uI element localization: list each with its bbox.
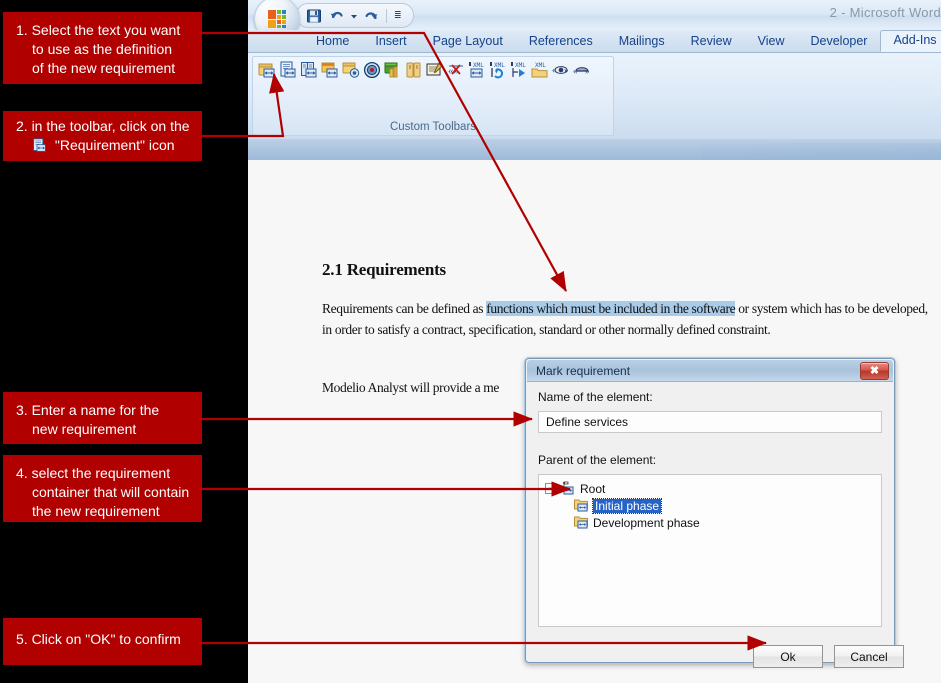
- tree-row[interactable]: Initial phase: [545, 497, 881, 514]
- note-4-line-2: container that will contain: [32, 484, 190, 500]
- new-document-requirement-icon[interactable]: [258, 61, 276, 79]
- mark-term-icon[interactable]: [300, 61, 318, 79]
- svg-text:XML: XML: [473, 62, 484, 69]
- ribbon-body: «» XML XML: [248, 53, 941, 139]
- dialog-title: Mark requirement: [536, 363, 631, 378]
- save-icon[interactable]: [304, 6, 324, 25]
- tree-node-label: Root: [580, 481, 606, 496]
- tree-row[interactable]: − Root: [545, 480, 881, 497]
- name-field-label: Name of the element:: [538, 390, 653, 404]
- cancel-button[interactable]: Cancel: [834, 645, 904, 668]
- tab-mailings[interactable]: Mailings: [606, 31, 678, 52]
- svg-text:XML: XML: [494, 62, 505, 69]
- note-2-text: "Requirement" icon: [54, 137, 175, 153]
- note-4-line-3: the new requirement: [32, 503, 160, 519]
- mark-requirement-dialog: Mark requirement ✖ Name of the element: …: [524, 357, 904, 668]
- unmark-icon[interactable]: «»: [447, 61, 465, 79]
- svg-text:XML: XML: [515, 62, 526, 69]
- tree-row[interactable]: Development phase: [545, 514, 881, 531]
- ribbon-group-label: Custom Toolbars: [389, 121, 477, 133]
- window-title: 2 - Microsoft Word: [829, 5, 941, 20]
- link-element-icon[interactable]: [342, 61, 360, 79]
- note-5-line-1: 5. Click on "OK" to confirm: [16, 631, 181, 647]
- requirement-icon: [32, 138, 47, 153]
- screenshot-root: 2 - Microsoft Word ≣ Home Insert Page La…: [0, 0, 941, 683]
- note-3-line-2: new requirement: [32, 421, 137, 437]
- dictionary-icon[interactable]: [405, 61, 423, 79]
- hide-marks-icon[interactable]: « »: [573, 61, 591, 79]
- tree-node-label-selected[interactable]: Initial phase: [591, 497, 663, 514]
- callout-note-5: 5. Click on "OK" to confirm: [3, 618, 202, 665]
- note-2-line-2: "Requirement" icon: [16, 136, 192, 155]
- xml-sync-icon[interactable]: XML: [489, 61, 507, 79]
- ribbon-tab-bar: Home Insert Page Layout References Maili…: [248, 30, 941, 53]
- requirement-icon[interactable]: [279, 61, 297, 79]
- ribbon-bottom-strip: [248, 139, 941, 160]
- callout-note-1: 1. Select the text you want to use as th…: [3, 12, 202, 84]
- note-1-line-3: of the new requirement: [32, 60, 176, 76]
- selected-text-highlight[interactable]: functions which must be included in the …: [486, 301, 736, 316]
- mark-element-icon[interactable]: [321, 61, 339, 79]
- note-1-line-1: 1. Select the text you want: [16, 22, 181, 38]
- business-rule-icon[interactable]: [384, 61, 402, 79]
- paragraph-text-before: Requirements can be defined as: [322, 301, 487, 316]
- note-1-line-2: to use as the definition: [32, 41, 173, 57]
- qat-separator: [386, 8, 387, 23]
- name-input[interactable]: Define services: [538, 411, 882, 433]
- note-4-line-1: 4. select the requirement: [16, 465, 171, 481]
- note-3-line-1: 3. Enter a name for the: [16, 402, 160, 418]
- close-icon[interactable]: ✖: [860, 361, 889, 380]
- parent-tree[interactable]: − Root Initial phase Development phase: [538, 474, 882, 627]
- window-title-bar: 2 - Microsoft Word ≣: [248, 0, 941, 42]
- ribbon-group-custom-toolbars: «» XML XML: [252, 56, 614, 136]
- undo-icon[interactable]: [327, 6, 347, 25]
- custom-toolbar-icon-strip: «» XML XML: [258, 61, 591, 79]
- show-marks-icon[interactable]: « »: [552, 61, 570, 79]
- requirement-folder-icon: [573, 515, 589, 531]
- callout-note-3: 3. Enter a name for the new requirement: [3, 392, 202, 444]
- svg-text:XML: XML: [535, 62, 546, 69]
- document-heading: 2.1 Requirements: [322, 260, 446, 279]
- note-2-line-1: 2. in the toolbar, click on the: [16, 118, 190, 134]
- tab-references[interactable]: References: [516, 31, 606, 52]
- tab-add-ins[interactable]: Add-Ins: [880, 30, 941, 52]
- svg-text:»: »: [564, 65, 569, 75]
- svg-text:«: «: [552, 65, 557, 75]
- note-icon[interactable]: [426, 61, 444, 79]
- callout-note-2: 2. in the toolbar, click on the "Require…: [3, 111, 202, 161]
- redo-icon[interactable]: [361, 6, 381, 25]
- customize-qat-icon[interactable]: ≣: [392, 10, 404, 21]
- ok-button[interactable]: Ok: [753, 645, 823, 668]
- tab-insert[interactable]: Insert: [362, 31, 419, 52]
- document-paragraph-1: Requirements can be defined as functions…: [322, 298, 937, 340]
- dialog-body: Name of the element: Define services Par…: [527, 382, 904, 668]
- callout-note-4: 4. select the requirement container that…: [3, 455, 202, 522]
- svg-text:«: «: [573, 66, 578, 76]
- quick-access-toolbar: ≣: [296, 3, 414, 28]
- undo-dropdown-icon[interactable]: [350, 6, 358, 25]
- xml-export-icon[interactable]: XML: [468, 61, 486, 79]
- svg-text:»: »: [585, 66, 590, 76]
- dialog-title-bar: Mark requirement ✖: [527, 360, 893, 382]
- tab-developer[interactable]: Developer: [797, 31, 880, 52]
- parent-tree-label: Parent of the element:: [538, 453, 657, 467]
- tab-view[interactable]: View: [745, 31, 798, 52]
- xml-generate-icon[interactable]: XML: [510, 61, 528, 79]
- expander-icon[interactable]: −: [545, 483, 556, 494]
- tab-page-layout[interactable]: Page Layout: [420, 31, 516, 52]
- requirement-folder-icon: [573, 498, 589, 514]
- xml-folder-icon[interactable]: XML: [531, 61, 549, 79]
- tab-home[interactable]: Home: [303, 31, 362, 52]
- root-requirement-icon: [560, 481, 576, 497]
- tree-node-label: Development phase: [593, 515, 700, 530]
- target-icon[interactable]: [363, 61, 381, 79]
- tab-review[interactable]: Review: [678, 31, 745, 52]
